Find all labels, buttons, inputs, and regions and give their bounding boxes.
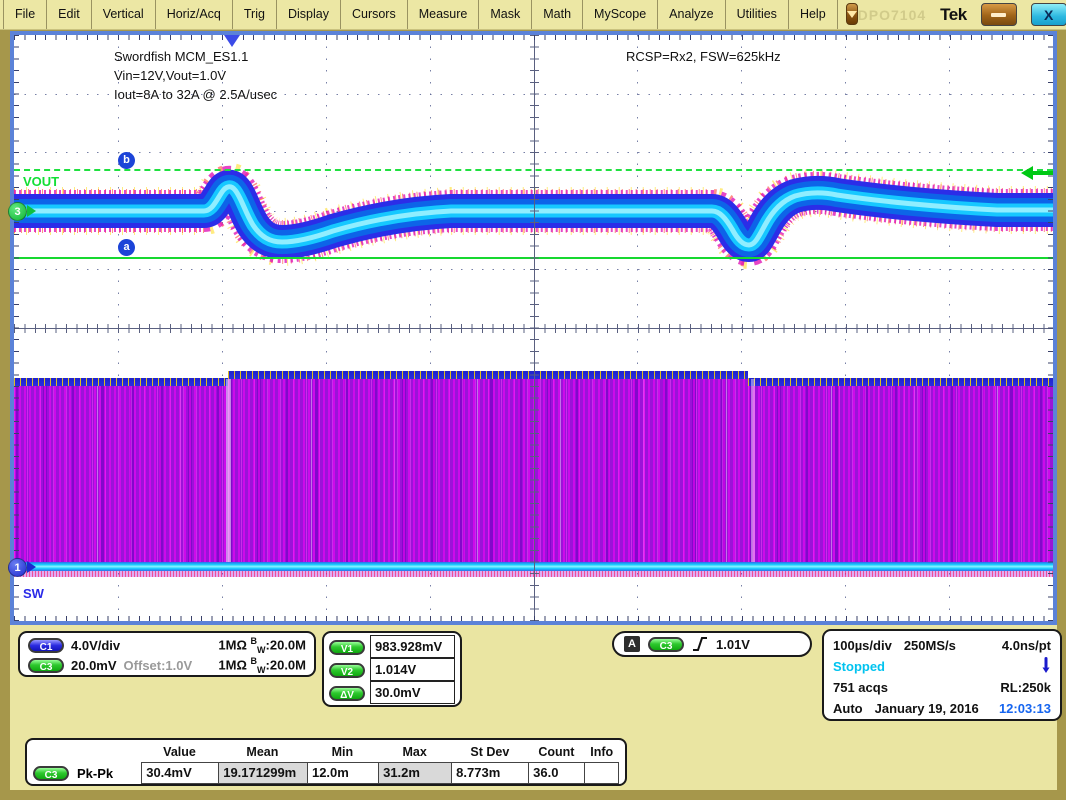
trigger-mode: Auto (833, 701, 863, 716)
cursor-v2-badge[interactable]: V2 (329, 663, 365, 678)
meas-source-badge[interactable]: C3 (33, 766, 69, 781)
menu-vertical[interactable]: Vertical (92, 0, 156, 29)
cursor-v1-badge[interactable]: V1 (329, 640, 365, 655)
measurement-table[interactable]: Value Mean Min Max St Dev Count Info C3 … (25, 738, 627, 786)
tek-logo: Tek (940, 5, 967, 25)
date: January 19, 2016 (875, 701, 979, 716)
meas-info (584, 762, 619, 784)
acq-status: Stopped (833, 659, 885, 674)
timebase: 100µs/div (833, 638, 892, 653)
close-button[interactable]: X (1031, 3, 1066, 26)
meas-name: Pk-Pk (77, 766, 113, 781)
meas-count: 36.0 (528, 762, 585, 784)
menu-help[interactable]: Help (789, 0, 838, 29)
table-row: C3 Pk-Pk 30.4mV 19.171299m 12.0m 31.2m 8… (33, 762, 619, 784)
cursor-readout-panel[interactable]: V1 983.928mV V2 1.014V ΔV 30.0mV (322, 631, 462, 707)
channel-1-arrow-icon (27, 561, 36, 573)
ch3-scale: 20.0mV (71, 658, 117, 673)
cursor-v1-value: 983.928mV (370, 635, 455, 658)
waveform-display: b a Swordfish MCM_ES1.1Vin=12V,Vout=1.0V… (10, 31, 1057, 625)
model-watermark: DPO7104 (858, 7, 926, 23)
trigger-source-badge[interactable]: C3 (648, 637, 684, 652)
trigger-readout-panel[interactable]: A C3 1.01V (612, 631, 812, 657)
menu-trig[interactable]: Trig (233, 0, 277, 29)
cursor-b-marker[interactable]: b (118, 152, 135, 169)
meas-value: 30.4mV (141, 762, 220, 784)
ch1-impedance-bw: 1MΩ BW:20.0M (218, 636, 306, 655)
menu-dropdown-button[interactable] (846, 3, 858, 25)
graticule-area: b a Swordfish MCM_ES1.1Vin=12V,Vout=1.0V… (14, 35, 1053, 621)
menu-bar: File Edit Vertical Horiz/Acq Trig Displa… (0, 0, 1066, 30)
ch1-scale: 4.0V/div (71, 638, 120, 653)
ch3-impedance-bw: 1MΩ BW:20.0M (218, 656, 306, 675)
acquisition-count: 751 acqs (833, 680, 888, 695)
record-length: RL:250k (1000, 680, 1051, 695)
clock-time: 12:03:13 (999, 701, 1051, 716)
meas-min: 12.0m (307, 762, 380, 784)
measurement-table-header: Value Mean Min Max St Dev Count Info (33, 742, 619, 762)
menu-display[interactable]: Display (277, 0, 341, 29)
menu-math[interactable]: Math (532, 0, 583, 29)
channel-1-marker[interactable]: 1 (8, 558, 27, 577)
sample-rate: 250MS/s (904, 638, 956, 653)
cursor-v2-value: 1.014V (370, 658, 455, 681)
sw-label: SW (23, 586, 44, 601)
chevron-down-icon (847, 11, 857, 18)
annotation-left: Swordfish MCM_ES1.1Vin=12V,Vout=1.0VIout… (114, 47, 277, 104)
cursor-dv-value: 30.0mV (370, 681, 455, 704)
meas-max: 31.2m (378, 762, 453, 784)
readout-area: C1 4.0V/div 1MΩ BW:20.0M C3 20.0mV Offse… (10, 625, 1057, 790)
menu-analyze[interactable]: Analyze (658, 0, 725, 29)
resolution: 4.0ns/pt (1002, 638, 1051, 653)
channel-3-arrow-icon (27, 205, 36, 217)
trigger-a-badge: A (624, 636, 640, 652)
minimize-icon (991, 13, 1006, 17)
minimize-button[interactable] (981, 3, 1017, 26)
cursor-dv-badge[interactable]: ΔV (329, 686, 365, 701)
close-icon: X (1044, 7, 1053, 23)
menu-file[interactable]: File (3, 0, 47, 29)
trigger-level-arrow-icon[interactable] (1021, 166, 1053, 180)
ch3-offset: Offset:1.0V (124, 658, 193, 673)
menu-mask[interactable]: Mask (479, 0, 532, 29)
channel-3-badge[interactable]: C3 (28, 658, 64, 673)
channel-1-badge[interactable]: C1 (28, 638, 64, 653)
trigger-slope-icon (692, 636, 708, 652)
channel-3-marker[interactable]: 3 (8, 202, 27, 221)
menu-utilities[interactable]: Utilities (726, 0, 789, 29)
menu-edit[interactable]: Edit (47, 0, 92, 29)
cursor-a-marker[interactable]: a (118, 239, 135, 256)
menu-myscope[interactable]: MyScope (583, 0, 658, 29)
channel-readout-panel[interactable]: C1 4.0V/div 1MΩ BW:20.0M C3 20.0mV Offse… (18, 631, 316, 677)
menu-measure[interactable]: Measure (408, 0, 480, 29)
annotation-right: RCSP=Rx2, FSW=625kHz (626, 47, 781, 66)
thermometer-icon (1041, 656, 1051, 674)
meas-mean: 19.171299m (218, 762, 308, 784)
vout-label: VOUT (23, 174, 59, 189)
horizontal-readout-panel[interactable]: 100µs/div 250MS/s 4.0ns/pt Stopped 751 a… (822, 629, 1062, 721)
trigger-level-value: 1.01V (716, 637, 750, 652)
meas-stdev: 8.773m (451, 762, 530, 784)
menu-horiz-acq[interactable]: Horiz/Acq (156, 0, 233, 29)
trigger-position-icon[interactable] (224, 35, 240, 47)
menu-cursors[interactable]: Cursors (341, 0, 408, 29)
